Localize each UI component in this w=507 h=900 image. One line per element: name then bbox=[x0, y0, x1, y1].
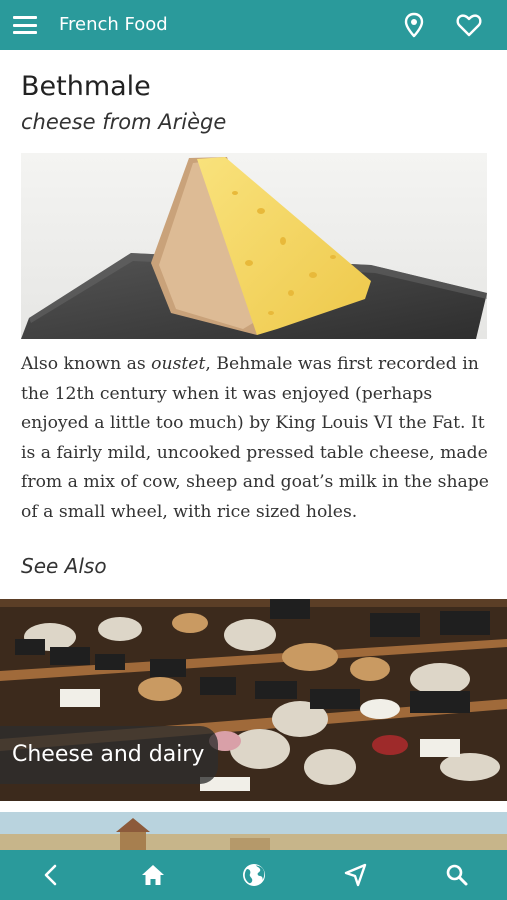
menu-icon[interactable] bbox=[13, 15, 37, 35]
village-photo bbox=[0, 812, 507, 850]
app-title: French Food bbox=[59, 14, 168, 35]
see-also-heading: See Also bbox=[21, 554, 107, 578]
search-icon[interactable] bbox=[443, 861, 471, 889]
article-body: Also known as oustet, Behmale was first … bbox=[21, 354, 489, 522]
cheese-photo bbox=[21, 153, 487, 339]
heart-icon[interactable] bbox=[455, 11, 483, 39]
top-app-bar: French Food bbox=[0, 0, 507, 50]
navigate-icon[interactable] bbox=[342, 861, 370, 889]
back-icon[interactable] bbox=[37, 861, 65, 889]
see-also-card-cheese-and-dairy[interactable]: Cheese and dairy bbox=[0, 599, 507, 801]
article-content: Bethmale cheese from Ariège Also known a… bbox=[0, 50, 507, 850]
bottom-nav-bar bbox=[0, 850, 507, 900]
location-pin-icon[interactable] bbox=[400, 11, 428, 39]
globe-icon[interactable] bbox=[240, 861, 268, 889]
page-subtitle: cheese from Ariège bbox=[21, 110, 227, 134]
page-title: Bethmale bbox=[21, 71, 151, 102]
home-icon[interactable] bbox=[139, 861, 167, 889]
see-also-card-label: Cheese and dairy bbox=[0, 726, 219, 784]
see-also-card-next[interactable] bbox=[0, 812, 507, 850]
